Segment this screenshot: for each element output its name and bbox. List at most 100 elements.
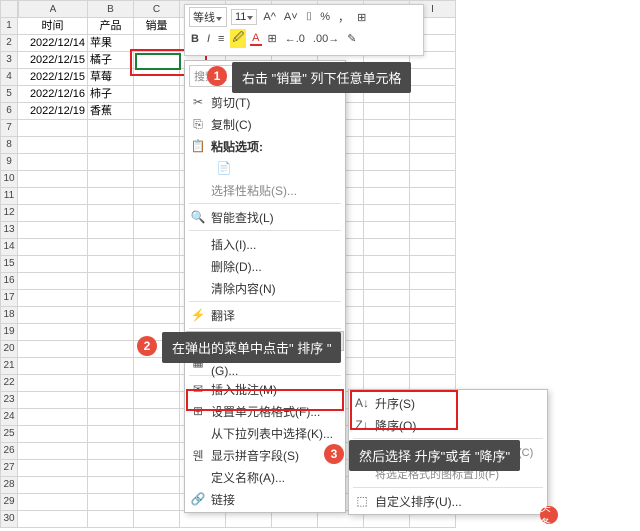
cell-A13[interactable] <box>18 222 88 239</box>
cell-B25[interactable] <box>88 426 134 443</box>
col-header-A[interactable]: A <box>18 0 88 18</box>
decrease-font-icon[interactable]: A˅ <box>282 11 300 23</box>
fill-color-icon[interactable]: 🖉 <box>230 29 246 48</box>
cell-I21[interactable] <box>410 358 456 375</box>
cell-H6[interactable] <box>364 103 410 120</box>
cell-B6[interactable]: 香蕉 <box>88 103 134 120</box>
menu-insert[interactable]: 插入(I)... <box>185 233 345 255</box>
cell-H13[interactable] <box>364 222 410 239</box>
cell-H15[interactable] <box>364 256 410 273</box>
cell-B22[interactable] <box>88 375 134 392</box>
cell-C23[interactable] <box>134 392 180 409</box>
row-header-25[interactable]: 25 <box>0 426 18 443</box>
cell-A25[interactable] <box>18 426 88 443</box>
cell-C16[interactable] <box>134 273 180 290</box>
cell-C29[interactable] <box>134 494 180 511</box>
menu-phonetic[interactable]: 웬显示拼音字段(S) <box>185 444 345 466</box>
row-header-11[interactable]: 11 <box>0 188 18 205</box>
cell-H19[interactable] <box>364 324 410 341</box>
menu-cut[interactable]: ✂剪切(T) <box>185 91 345 113</box>
cell-H18[interactable] <box>364 307 410 324</box>
italic-button[interactable]: I <box>205 33 212 45</box>
row-header-8[interactable]: 8 <box>0 137 18 154</box>
cell-I7[interactable] <box>410 120 456 137</box>
row-header-24[interactable]: 24 <box>0 409 18 426</box>
row-header-29[interactable]: 29 <box>0 494 18 511</box>
cell-C8[interactable] <box>134 137 180 154</box>
cell-B26[interactable] <box>88 443 134 460</box>
row-header-19[interactable]: 19 <box>0 324 18 341</box>
cell-B30[interactable] <box>88 511 134 528</box>
percent-icon[interactable]: % <box>318 11 332 23</box>
cell-C30[interactable] <box>134 511 180 528</box>
row-header-5[interactable]: 5 <box>0 86 18 103</box>
comma-icon[interactable]: ， <box>336 9 351 25</box>
cell-B7[interactable] <box>88 120 134 137</box>
cell-B23[interactable] <box>88 392 134 409</box>
cell-C25[interactable] <box>134 426 180 443</box>
cell-A16[interactable] <box>18 273 88 290</box>
cell-A5[interactable]: 2022/12/16 <box>18 86 88 103</box>
cell-A29[interactable] <box>18 494 88 511</box>
cell-B21[interactable] <box>88 358 134 375</box>
cell-I12[interactable] <box>410 205 456 222</box>
submenu-descending[interactable]: Z↓降序(O) <box>349 414 547 436</box>
cell-A18[interactable] <box>18 307 88 324</box>
cell-C27[interactable] <box>134 460 180 477</box>
cell-B2[interactable]: 苹果 <box>88 35 134 52</box>
cell-A27[interactable] <box>18 460 88 477</box>
cell-H7[interactable] <box>364 120 410 137</box>
cell-B9[interactable] <box>88 154 134 171</box>
cell-I13[interactable] <box>410 222 456 239</box>
cell-B19[interactable] <box>88 324 134 341</box>
row-header-16[interactable]: 16 <box>0 273 18 290</box>
cell-B14[interactable] <box>88 239 134 256</box>
cell-I19[interactable] <box>410 324 456 341</box>
row-header-18[interactable]: 18 <box>0 307 18 324</box>
row-header-10[interactable]: 10 <box>0 171 18 188</box>
increase-font-icon[interactable]: A^ <box>261 11 278 23</box>
cell-I10[interactable] <box>410 171 456 188</box>
cell-H11[interactable] <box>364 188 410 205</box>
cell-I9[interactable] <box>410 154 456 171</box>
col-header-B[interactable]: B <box>88 0 134 18</box>
cell-C9[interactable] <box>134 154 180 171</box>
submenu-ascending[interactable]: A↓升序(S) <box>349 392 547 414</box>
cell-C10[interactable] <box>134 171 180 188</box>
menu-clear[interactable]: 清除内容(N) <box>185 277 345 299</box>
cell-D30[interactable] <box>180 511 226 528</box>
cell-B11[interactable] <box>88 188 134 205</box>
cell-B15[interactable] <box>88 256 134 273</box>
cell-B5[interactable]: 柿子 <box>88 86 134 103</box>
cell-I18[interactable] <box>410 307 456 324</box>
menu-insert-comment[interactable]: ✉插入批注(M) <box>185 378 345 400</box>
cell-A20[interactable] <box>18 341 88 358</box>
align-icon[interactable]: ≡ <box>216 33 226 45</box>
row-header-14[interactable]: 14 <box>0 239 18 256</box>
cell-H8[interactable] <box>364 137 410 154</box>
cell-H12[interactable] <box>364 205 410 222</box>
cell-A24[interactable] <box>18 409 88 426</box>
cell-A28[interactable] <box>18 477 88 494</box>
decrease-decimal-icon[interactable]: ←.0 <box>283 33 307 45</box>
cell-B3[interactable]: 橘子 <box>88 52 134 69</box>
cell-B4[interactable]: 草莓 <box>88 69 134 86</box>
menu-smart-lookup[interactable]: 🔍智能查找(L) <box>185 206 345 228</box>
cell-I8[interactable] <box>410 137 456 154</box>
font-color-icon[interactable]: A <box>250 32 261 46</box>
cell-F30[interactable] <box>272 511 318 528</box>
row-header-9[interactable]: 9 <box>0 154 18 171</box>
font-name-box[interactable]: 等线 <box>189 7 227 27</box>
cell-C17[interactable] <box>134 290 180 307</box>
cell-B29[interactable] <box>88 494 134 511</box>
row-header-22[interactable]: 22 <box>0 375 18 392</box>
cell-A26[interactable] <box>18 443 88 460</box>
cell-C28[interactable] <box>134 477 180 494</box>
cell-A4[interactable]: 2022/12/15 <box>18 69 88 86</box>
row-header-6[interactable]: 6 <box>0 103 18 120</box>
cell-A7[interactable] <box>18 120 88 137</box>
cell-H10[interactable] <box>364 171 410 188</box>
row-header-26[interactable]: 26 <box>0 443 18 460</box>
cell-A2[interactable]: 2022/12/14 <box>18 35 88 52</box>
cell-A3[interactable]: 2022/12/15 <box>18 52 88 69</box>
